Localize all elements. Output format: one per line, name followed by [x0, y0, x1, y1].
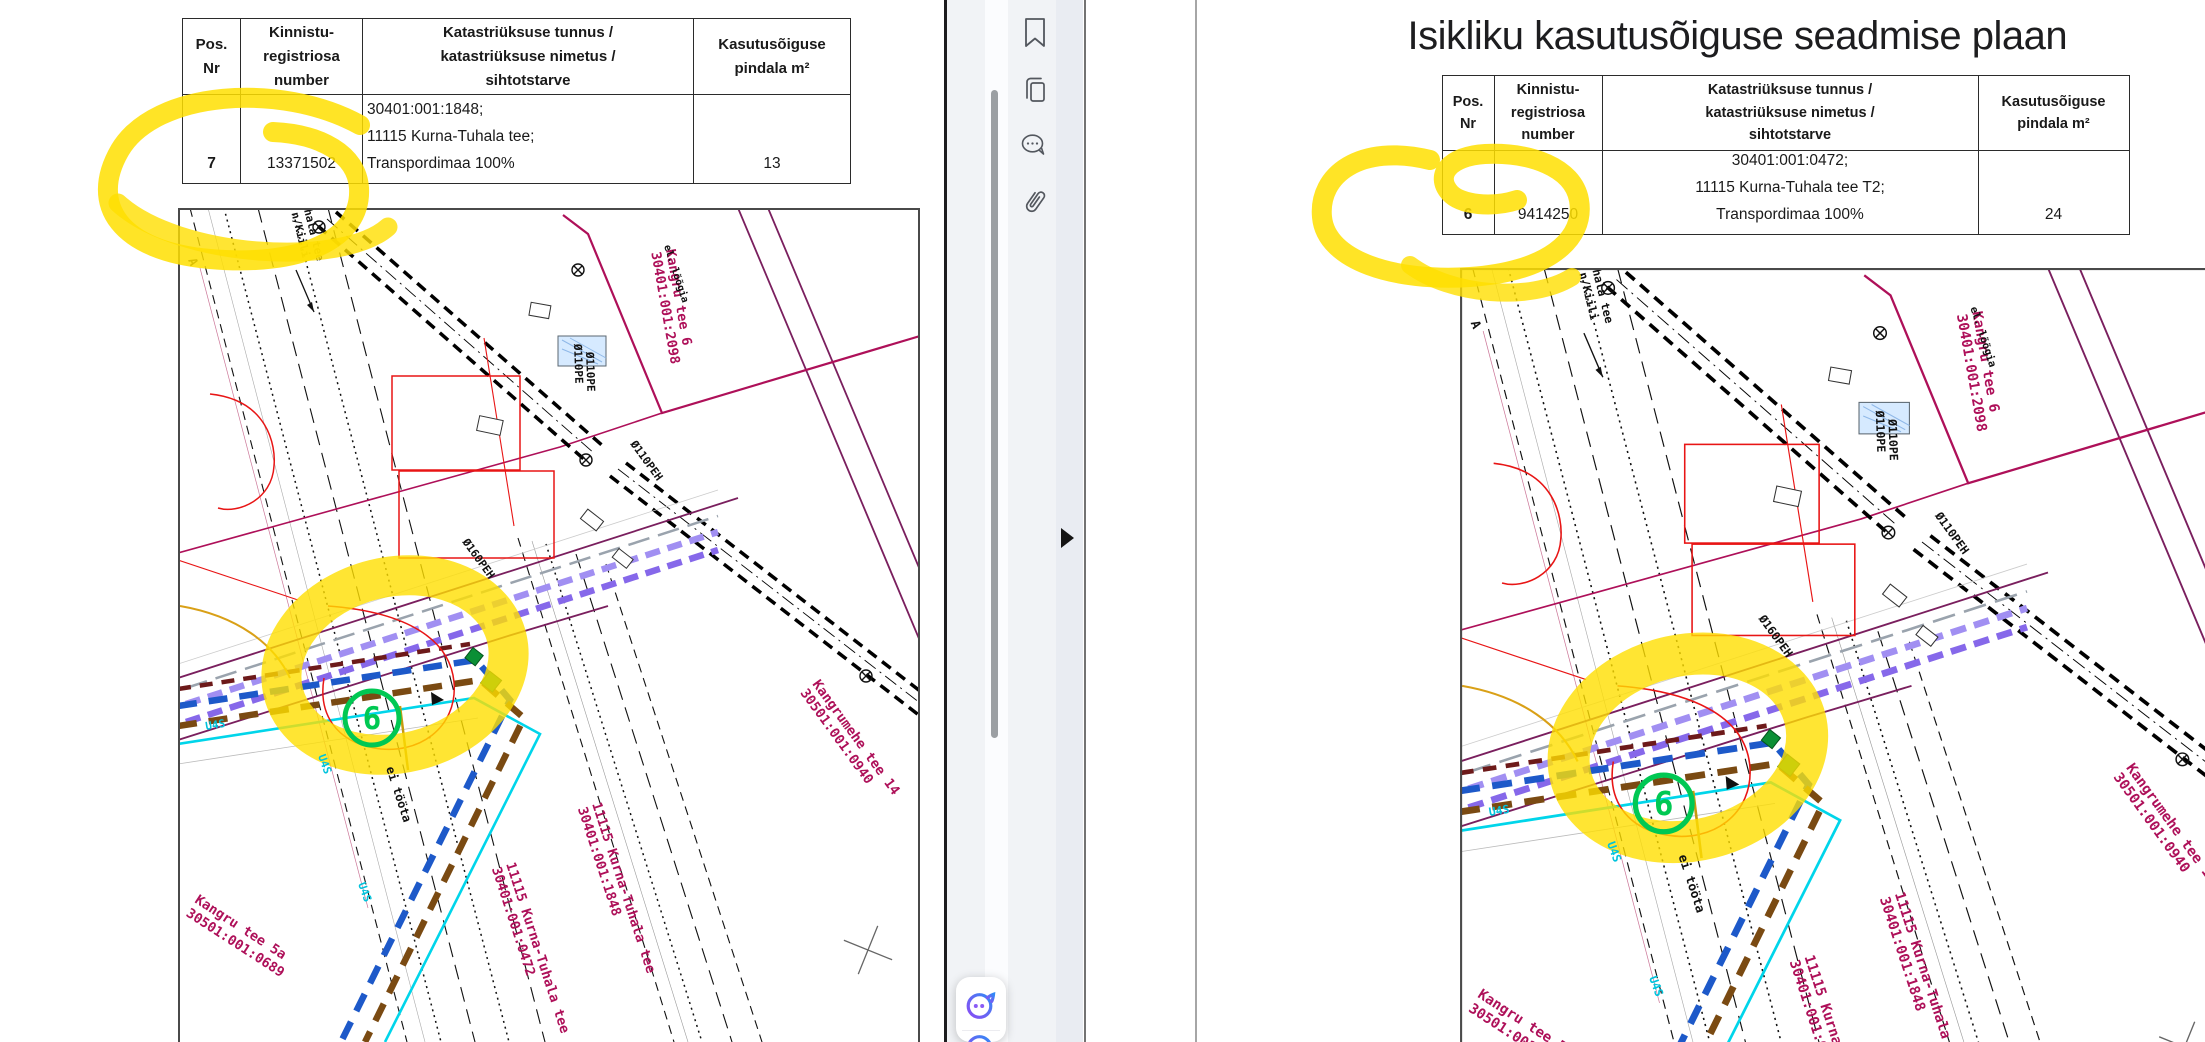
assistant-floating-card[interactable] — [956, 977, 1006, 1042]
copy-pages-icon — [1021, 75, 1049, 107]
paperclip-icon — [1019, 187, 1049, 219]
row-kat: 30401:001:1848; 11115 Kurna-Tuhala tee; … — [363, 95, 694, 183]
sidebar-inner-band — [1056, 0, 1083, 1042]
row-kat: 30401:001:0472; 11115 Kurna-Tuhala tee T… — [1603, 151, 1979, 234]
left-window-border — [944, 0, 947, 1042]
copy-pages-button[interactable] — [1018, 74, 1052, 108]
col-header-kat: Katastriüksuse tunnus / katastriüksuse n… — [1603, 76, 1979, 151]
right-window-border — [1195, 0, 1197, 1042]
scrollbar-thumb[interactable] — [991, 90, 998, 738]
map-frame — [1461, 269, 2205, 1042]
assistant-secondary-icon[interactable] — [964, 1034, 998, 1042]
comment-icon — [1019, 131, 1049, 163]
bookmark-button[interactable] — [1018, 16, 1052, 50]
attachment-button[interactable] — [1017, 186, 1051, 220]
window-gap — [1086, 0, 1195, 1042]
left-pdf-page: Pos. Nr Kinnistu- registriosa number Kat… — [0, 0, 945, 1042]
left-table-highlight — [60, 55, 405, 290]
expand-arrow-icon[interactable] — [1061, 528, 1074, 548]
right-site-plan-map — [1460, 268, 2205, 1042]
col-header-kat: Katastriüksuse tunnus / katastriüksuse n… — [363, 19, 694, 95]
row-area: 24 — [1979, 151, 2129, 234]
left-site-plan-map: 6 Kangru tee 630401:001:2098 Kangrumehe … — [178, 208, 920, 1042]
page-title: Isikliku kasutusõiguse seadmise plaan — [1408, 14, 2068, 59]
right-table-highlight — [1300, 105, 1635, 320]
col-header-area: Kasutusõiguse pindala m² — [1979, 76, 2129, 151]
assistant-card-divider — [962, 1030, 1000, 1031]
row-area: 13 — [694, 95, 850, 183]
comment-button[interactable] — [1017, 130, 1051, 164]
sidebar-divider — [1084, 0, 1086, 1042]
bookmark-icon — [1022, 17, 1048, 49]
chat-bubble-gradient-icon[interactable] — [964, 989, 998, 1023]
col-header-area: Kasutusõiguse pindala m² — [694, 19, 850, 95]
right-pdf-page: Isikliku kasutusõiguse seadmise plaan Po… — [1197, 0, 2205, 1042]
